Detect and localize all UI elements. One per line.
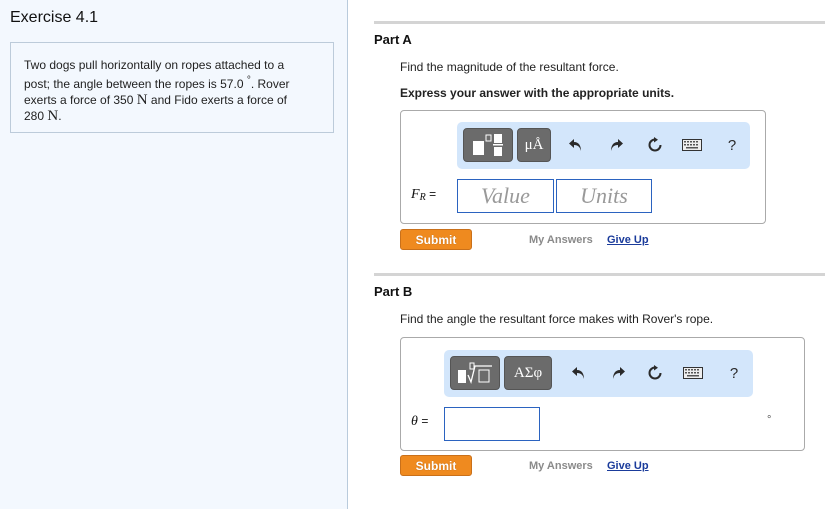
part-a-math-toolbar: μÅ ? bbox=[457, 122, 750, 169]
variable-symbol: F bbox=[411, 187, 420, 202]
equals-sign: = bbox=[421, 414, 429, 428]
part-b-answer-box: ΑΣφ ? θ = ° bbox=[400, 337, 805, 451]
symbol-button[interactable]: μÅ bbox=[517, 128, 551, 162]
part-a-divider bbox=[374, 21, 825, 24]
equals-sign: = bbox=[429, 187, 437, 201]
unit-newton: N bbox=[136, 92, 148, 108]
angle-input[interactable] bbox=[444, 407, 540, 441]
redo-icon[interactable] bbox=[606, 135, 626, 155]
fraction-template-icon bbox=[473, 134, 503, 156]
part-a-prompt: Find the magnitude of the resultant forc… bbox=[400, 60, 619, 74]
part-b-give-up-link[interactable]: Give Up bbox=[607, 460, 649, 472]
redo-icon[interactable] bbox=[608, 363, 628, 383]
degree-unit-label: ° bbox=[767, 414, 772, 426]
problem-text: post; the angle between the ropes is 57.… bbox=[24, 77, 247, 91]
part-a-submit-button[interactable]: Submit bbox=[400, 229, 472, 250]
problem-text: . Rover bbox=[250, 77, 290, 91]
greek-symbol-button[interactable]: ΑΣφ bbox=[504, 356, 552, 390]
part-b-title: Part B bbox=[374, 284, 413, 299]
fraction-template-button[interactable] bbox=[463, 128, 513, 162]
value-input[interactable]: Value bbox=[457, 179, 554, 213]
variable-subscript: R bbox=[419, 192, 426, 203]
problem-text: exerts a force of 350 bbox=[24, 93, 137, 107]
part-a-variable-label: FR = bbox=[411, 187, 436, 203]
problem-statement: Two dogs pull horizontally on ropes atta… bbox=[10, 42, 334, 133]
part-b-submit-button[interactable]: Submit bbox=[400, 455, 472, 476]
problem-text: and Fido exerts a force of bbox=[147, 93, 287, 107]
units-input[interactable]: Units bbox=[556, 179, 652, 213]
part-a-my-answers-link[interactable]: My Answers bbox=[529, 234, 593, 246]
exercise-panel: Exercise 4.1 Two dogs pull horizontally … bbox=[0, 0, 348, 509]
part-b-variable-label: θ = bbox=[411, 414, 428, 430]
exercise-title: Exercise 4.1 bbox=[10, 9, 99, 26]
part-b-math-toolbar: ΑΣφ ? bbox=[444, 350, 753, 397]
root-template-button[interactable] bbox=[450, 356, 500, 390]
undo-icon[interactable] bbox=[566, 135, 586, 155]
problem-text: . bbox=[58, 109, 62, 123]
part-a-instruction: Express your answer with the appropriate… bbox=[400, 86, 675, 100]
reset-icon[interactable] bbox=[645, 135, 665, 155]
root-template-icon bbox=[458, 362, 492, 385]
parts-panel: Part A Find the magnitude of the resulta… bbox=[348, 0, 825, 509]
help-button[interactable]: ? bbox=[722, 135, 742, 155]
reset-icon[interactable] bbox=[645, 363, 665, 383]
variable-symbol: θ bbox=[411, 414, 418, 429]
keyboard-icon[interactable] bbox=[681, 135, 703, 155]
part-b-prompt: Find the angle the resultant force makes… bbox=[400, 312, 714, 326]
undo-icon[interactable] bbox=[569, 363, 589, 383]
part-a-give-up-link[interactable]: Give Up bbox=[607, 234, 649, 246]
unit-newton: N bbox=[47, 108, 59, 124]
part-a-title: Part A bbox=[374, 32, 412, 47]
part-a-answer-box: μÅ ? FR = Value Units bbox=[400, 110, 766, 224]
part-b-divider bbox=[374, 273, 825, 276]
problem-text: Two dogs pull horizontally on ropes atta… bbox=[24, 58, 285, 72]
keyboard-icon[interactable] bbox=[682, 363, 704, 383]
part-b-my-answers-link[interactable]: My Answers bbox=[529, 460, 593, 472]
help-button[interactable]: ? bbox=[724, 363, 744, 383]
problem-text: 280 bbox=[24, 109, 48, 123]
